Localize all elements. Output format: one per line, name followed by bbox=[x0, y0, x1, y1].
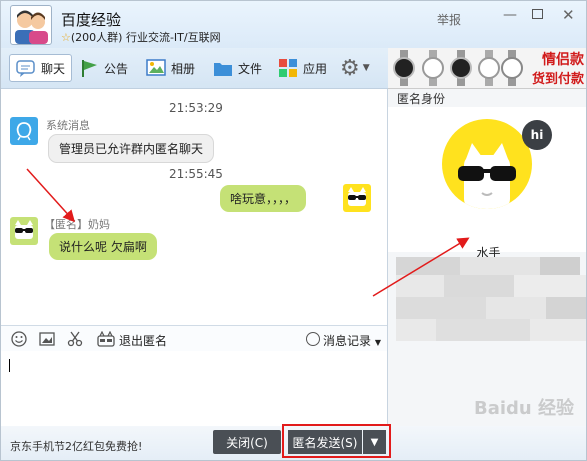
chat-icon bbox=[16, 59, 36, 77]
tab-label: 公告 bbox=[104, 61, 129, 76]
close-button[interactable]: 关闭(C) bbox=[213, 430, 281, 454]
ad-text: 情侣款 bbox=[542, 52, 584, 68]
anon-sender: 【匿名】奶妈 bbox=[44, 218, 110, 231]
tab-label: 相册 bbox=[171, 61, 196, 76]
message-list: 21:53:29 系统消息 管理员已允许群内匿名聊天 21:55:45 啥玩意，… bbox=[1, 89, 387, 325]
chevron-down-icon: ▼ bbox=[370, 436, 379, 448]
my-avatar bbox=[343, 184, 371, 212]
tab-app[interactable]: 应用 bbox=[278, 54, 327, 82]
report-button[interactable]: 举报 bbox=[437, 11, 461, 28]
input-toolbar: 退出匿名 消息记录 ▼ bbox=[1, 325, 387, 351]
pixelated-member-list bbox=[396, 257, 586, 343]
anonymous-avatar[interactable] bbox=[442, 119, 532, 209]
message-time: 21:55:45 bbox=[169, 167, 223, 181]
tab-bar: 聊天 公告 相册 文件 应用 ⚙ ▼ bbox=[1, 48, 388, 89]
tab-label: 文件 bbox=[238, 61, 263, 76]
system-avatar bbox=[10, 117, 38, 145]
image-icon[interactable] bbox=[39, 331, 55, 347]
send-options-button[interactable]: ▼ bbox=[363, 430, 386, 454]
message-time: 21:53:29 bbox=[169, 101, 223, 115]
star-icon: ☆ bbox=[61, 31, 71, 44]
flag-icon bbox=[79, 59, 99, 77]
scissors-icon[interactable] bbox=[67, 331, 83, 347]
my-message: 啥玩意，，，， bbox=[220, 185, 307, 212]
exit-anonymous-button[interactable]: 退出匿名 bbox=[119, 332, 167, 349]
emoji-icon[interactable] bbox=[11, 331, 27, 347]
ad-text: 货到付款 bbox=[531, 72, 584, 87]
maximize-button[interactable] bbox=[532, 9, 543, 19]
chevron-down-icon: ▼ bbox=[362, 63, 370, 73]
anon-avatar bbox=[10, 217, 38, 245]
watch-image bbox=[421, 50, 445, 86]
promo-link[interactable]: 京东手机节2亿红包免费抢! bbox=[10, 438, 142, 454]
message-history-button[interactable]: 消息记录 ▼ bbox=[323, 332, 381, 349]
anonymous-identity-panel: 匿名身份 hi 水手 bbox=[387, 89, 586, 426]
tab-notice[interactable]: 公告 bbox=[79, 54, 128, 82]
watch-image bbox=[449, 50, 473, 86]
tab-label: 聊天 bbox=[41, 61, 66, 76]
group-info: ☆(200人群) 行业交流-IT/互联网 bbox=[61, 29, 221, 45]
bottom-bar: 京东手机节2亿红包免费抢! 关闭(C) 匿名发送(S) ▼ bbox=[1, 424, 586, 460]
group-info-text: (200人群) 行业交流-IT/互联网 bbox=[70, 31, 221, 44]
tab-chat[interactable]: 聊天 bbox=[9, 54, 73, 82]
chevron-down-icon: ▼ bbox=[374, 338, 381, 347]
clock-icon bbox=[306, 332, 320, 346]
text-caret bbox=[9, 359, 10, 372]
identity-card: hi 水手 bbox=[388, 107, 586, 260]
group-avatar[interactable] bbox=[10, 5, 52, 45]
settings-dropdown[interactable]: ⚙ ▼ bbox=[340, 54, 370, 82]
tab-label: 应用 bbox=[303, 61, 328, 76]
group-name: 百度经验 bbox=[61, 11, 122, 29]
ad-banner[interactable]: 情侣款 货到付款 bbox=[388, 48, 586, 89]
folder-icon bbox=[213, 59, 233, 77]
anonymous-icon[interactable] bbox=[97, 330, 115, 347]
apps-icon bbox=[278, 59, 298, 77]
panel-title: 匿名身份 bbox=[397, 92, 446, 106]
tab-file[interactable]: 文件 bbox=[213, 54, 262, 82]
chat-window: 百度经验 ☆(200人群) 行业交流-IT/互联网 举报 — ✕ 聊天 公告 相… bbox=[0, 0, 587, 461]
tab-album[interactable]: 相册 bbox=[146, 54, 195, 82]
watermark: Baidu 经验 bbox=[473, 398, 574, 419]
photo-icon bbox=[146, 59, 166, 77]
send-highlight: 匿名发送(S) ▼ bbox=[282, 424, 391, 458]
anon-message: 说什么呢 欠扁啊 bbox=[49, 233, 157, 260]
title-bar: 百度经验 ☆(200人群) 行业交流-IT/互联网 举报 — ✕ bbox=[1, 1, 586, 48]
anonymous-send-button[interactable]: 匿名发送(S) bbox=[288, 430, 362, 454]
watch-image bbox=[500, 50, 524, 86]
close-window-button[interactable]: ✕ bbox=[562, 6, 575, 24]
minimize-button[interactable]: — bbox=[503, 7, 517, 23]
watch-image bbox=[392, 50, 416, 86]
history-label: 消息记录 bbox=[323, 334, 372, 348]
system-message: 管理员已允许群内匿名聊天 bbox=[48, 134, 215, 163]
hi-badge: hi bbox=[522, 120, 552, 150]
message-input[interactable] bbox=[1, 351, 387, 426]
gear-icon: ⚙ bbox=[340, 55, 360, 81]
watch-image bbox=[477, 50, 501, 86]
system-sender: 系统消息 bbox=[46, 119, 90, 132]
